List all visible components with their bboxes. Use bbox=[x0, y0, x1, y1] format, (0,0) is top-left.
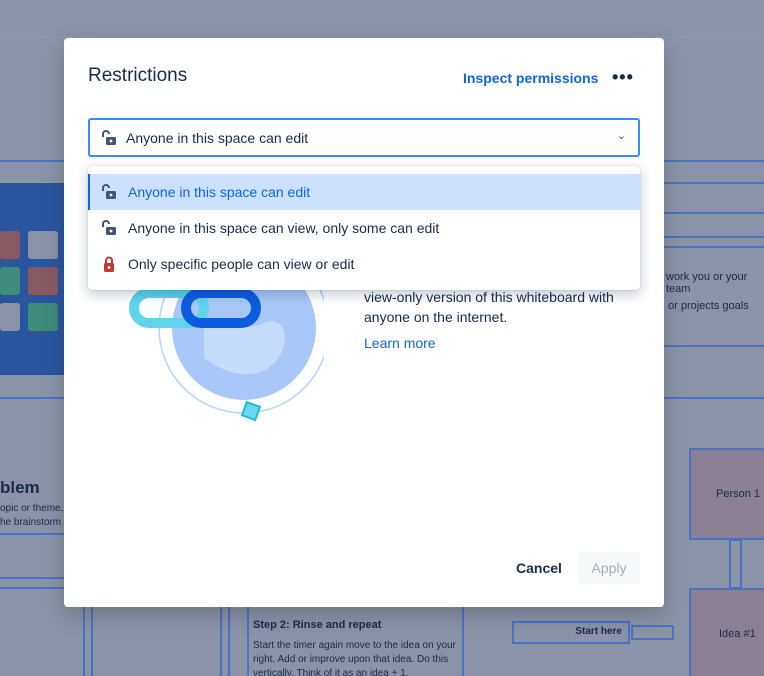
restrictions-dialog: Restrictions Inspect permissions ••• Any… bbox=[64, 38, 664, 607]
restriction-select[interactable]: Anyone in this space can edit ⌄ bbox=[88, 118, 640, 157]
learn-more-link[interactable]: Learn more bbox=[364, 335, 436, 351]
dialog-title: Restrictions bbox=[88, 65, 188, 86]
option-label: Anyone in this space can view, only some… bbox=[128, 220, 440, 236]
cancel-button[interactable]: Cancel bbox=[508, 552, 570, 584]
bg-text: work you or your team bbox=[666, 271, 748, 295]
restriction-options-menu: Anyone in this space can edit Anyone in … bbox=[88, 166, 640, 290]
more-options-button[interactable]: ••• bbox=[612, 67, 634, 88]
bg-text: opic or theme. bbox=[0, 503, 64, 514]
lock-icon bbox=[104, 256, 114, 272]
unlock-icon bbox=[102, 184, 116, 199]
color-palette-block bbox=[0, 183, 64, 375]
unlock-icon bbox=[102, 220, 116, 235]
option-specific-people[interactable]: Only specific people can view or edit bbox=[88, 246, 640, 282]
inspect-permissions-link[interactable]: Inspect permissions bbox=[463, 70, 598, 86]
description-text: view-only version of this whiteboard wit… bbox=[364, 289, 614, 325]
select-value: Anyone in this space can edit bbox=[126, 129, 309, 146]
bg-text: or projects goals bbox=[668, 300, 749, 312]
person-card: Person 1 bbox=[689, 448, 764, 540]
option-label: Anyone in this space can edit bbox=[128, 184, 311, 200]
idea-card: Idea #1 bbox=[689, 588, 764, 676]
apply-button[interactable]: Apply bbox=[578, 552, 640, 584]
unlock-icon bbox=[102, 129, 116, 145]
bg-text: he brainstorm bbox=[0, 517, 62, 528]
option-view-some-edit[interactable]: Anyone in this space can view, only some… bbox=[88, 210, 640, 246]
option-space-can-edit[interactable]: Anyone in this space can edit bbox=[88, 174, 640, 210]
bg-heading: blem bbox=[0, 478, 40, 497]
step2-card: Step 2: Rinse and repeat Start the timer… bbox=[247, 607, 464, 676]
option-label: Only specific people can view or edit bbox=[128, 256, 355, 272]
chevron-down-icon: ⌄ bbox=[616, 130, 626, 142]
start-here-box: Start here bbox=[512, 621, 630, 644]
